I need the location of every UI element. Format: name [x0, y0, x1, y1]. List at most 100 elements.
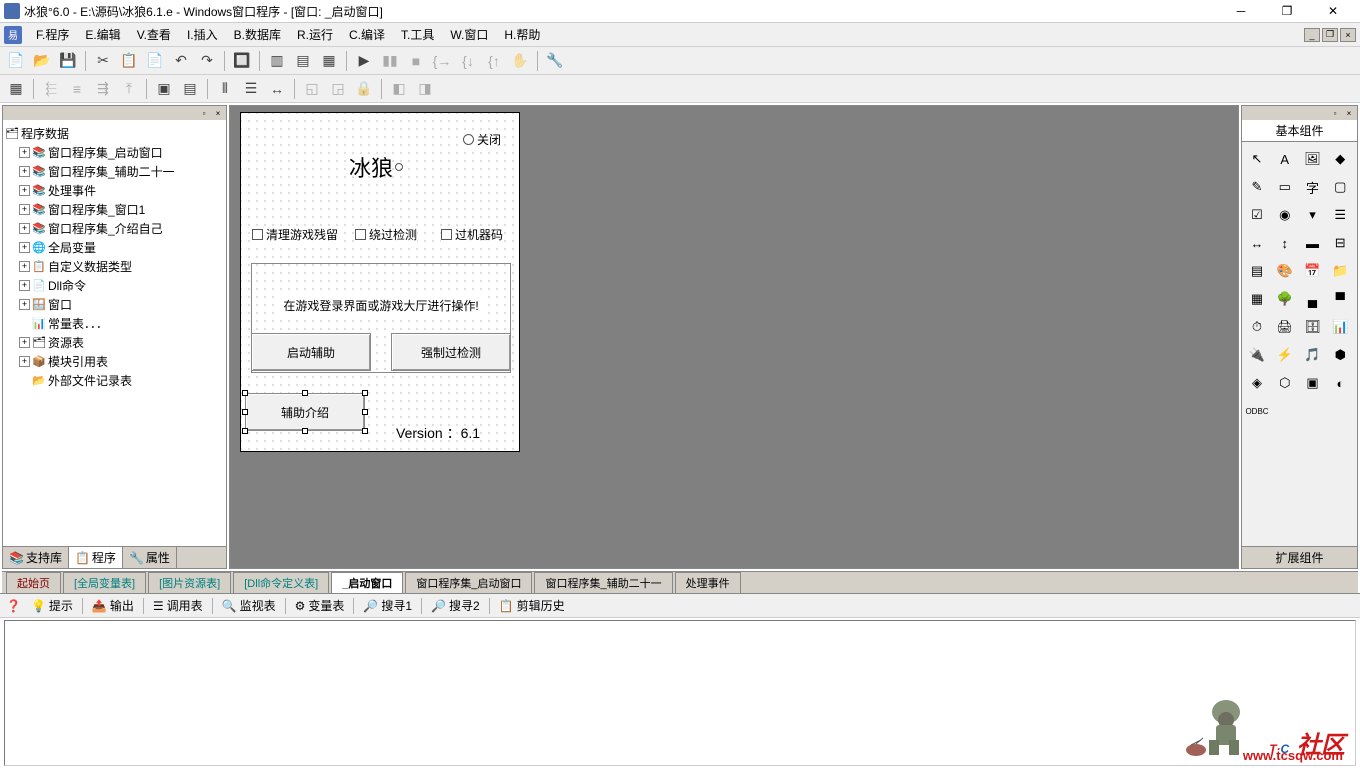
btab-vars[interactable]: ⚙变量表: [291, 595, 349, 616]
form-designer-area[interactable]: 关闭 冰狼 清理游戏残留 绕过检测 过机器码 在游戏登录界面或游戏大厅进行操作!: [229, 105, 1239, 569]
comp-image-icon[interactable]: 🎨: [1274, 260, 1296, 282]
cut-icon[interactable]: ✂: [91, 49, 115, 73]
comp-combo-icon[interactable]: ▾: [1302, 204, 1324, 226]
comp-print-icon[interactable]: 🖨: [1274, 316, 1296, 338]
comp-misc2-icon[interactable]: ◈: [1246, 372, 1268, 394]
expand-icon[interactable]: +: [19, 299, 30, 310]
paste-icon[interactable]: 📄: [143, 49, 167, 73]
grid-icon[interactable]: ▦: [4, 77, 28, 101]
comp-status-icon[interactable]: ▄: [1302, 288, 1324, 310]
comp-frame-icon[interactable]: ▢: [1329, 176, 1351, 198]
menu-database[interactable]: B.数据库: [226, 23, 289, 46]
tree-item[interactable]: +🌐全局变量: [5, 238, 224, 257]
comp-tree-icon[interactable]: 🌳: [1274, 288, 1296, 310]
tree-item[interactable]: 📊常量表．．．: [5, 314, 224, 333]
minimize-button[interactable]: ─: [1218, 1, 1264, 21]
align-center-icon[interactable]: ≡: [65, 77, 89, 101]
comp-odbc-icon[interactable]: ODBC: [1246, 400, 1268, 422]
btab-watch[interactable]: 🔍监视表: [218, 595, 280, 616]
stop-icon[interactable]: ■: [404, 49, 428, 73]
panel-float-button[interactable]: ▫: [198, 108, 210, 118]
tree-node-label[interactable]: 窗口程序集_介绍自己: [48, 220, 163, 237]
send-back-icon[interactable]: ◲: [326, 77, 350, 101]
btn-force-detect[interactable]: 强制过检测: [391, 333, 511, 371]
panel3-icon[interactable]: ▦: [317, 49, 341, 73]
open-file-icon[interactable]: 📂: [30, 49, 54, 73]
menu-run[interactable]: R.运行: [289, 23, 341, 46]
comp-sock-icon[interactable]: 🔌: [1246, 344, 1268, 366]
menu-edit[interactable]: E.编辑: [77, 23, 128, 46]
doc-tab[interactable]: _启动窗口: [331, 572, 403, 593]
pause-icon[interactable]: ▮▮: [378, 49, 402, 73]
doc-tab[interactable]: [全局变量表]: [63, 572, 146, 593]
radio-close[interactable]: 关闭: [463, 131, 501, 148]
expand-icon[interactable]: +: [19, 166, 30, 177]
btn-start-assist[interactable]: 启动辅助: [251, 333, 371, 371]
comp-text-icon[interactable]: 字: [1302, 176, 1324, 198]
comp-misc3-icon[interactable]: ⬡: [1274, 372, 1296, 394]
doc-tab[interactable]: 起始页: [6, 572, 61, 593]
expand-icon[interactable]: +: [19, 337, 30, 348]
tree-item[interactable]: 📂外部文件记录表: [5, 371, 224, 390]
build-icon[interactable]: 🔧: [543, 49, 567, 73]
tree-node-label[interactable]: 窗口: [48, 296, 72, 313]
check-cleanup[interactable]: 清理游戏残留: [252, 226, 338, 243]
copy-icon[interactable]: 📋: [117, 49, 141, 73]
align-left-icon[interactable]: ⬱: [39, 77, 63, 101]
undo-icon[interactable]: ↶: [169, 49, 193, 73]
tree-item[interactable]: +🗂资源表: [5, 333, 224, 352]
tab-order-icon[interactable]: ◧: [387, 77, 411, 101]
expand-icon[interactable]: +: [19, 280, 30, 291]
step-over-icon[interactable]: {→: [430, 49, 454, 73]
tree-item[interactable]: +📚窗口程序集_启动窗口: [5, 143, 224, 162]
step-out-icon[interactable]: {↑: [482, 49, 506, 73]
mdi-minimize-button[interactable]: _: [1304, 28, 1320, 42]
tree-node-label[interactable]: Dll命令: [48, 277, 86, 294]
form-canvas[interactable]: 关闭 冰狼 清理游戏残留 绕过检测 过机器码 在游戏登录界面或游戏大厅进行操作!: [240, 112, 520, 452]
comp-vscroll-icon[interactable]: ↕: [1274, 232, 1296, 254]
tab-basic-components[interactable]: 基本组件: [1242, 120, 1357, 141]
tree-item[interactable]: +📚窗口程序集_介绍自己: [5, 219, 224, 238]
doc-tab[interactable]: [图片资源表]: [148, 572, 231, 593]
tree-node-label[interactable]: 常量表．．．: [48, 315, 108, 332]
expand-icon[interactable]: +: [19, 223, 30, 234]
btab-output[interactable]: 📤输出: [88, 595, 138, 616]
comp-tab-icon[interactable]: ▤: [1246, 260, 1268, 282]
comp-pointer-icon[interactable]: ↖: [1246, 148, 1268, 170]
check-bypass[interactable]: 绕过检测: [355, 226, 417, 243]
comp-picture-icon[interactable]: 🖼: [1302, 148, 1324, 170]
center-h-icon[interactable]: ▣: [152, 77, 176, 101]
center-v-icon[interactable]: ▤: [178, 77, 202, 101]
selection-handles[interactable]: [245, 393, 365, 431]
check-machine[interactable]: 过机器码: [441, 226, 503, 243]
doc-tab[interactable]: 窗口程序集_辅助二十一: [534, 572, 672, 593]
step-into-icon[interactable]: {↓: [456, 49, 480, 73]
tree-node-label[interactable]: 模块引用表: [48, 353, 108, 370]
redo-icon[interactable]: ↷: [195, 49, 219, 73]
btab-hint[interactable]: 💡提示: [27, 595, 77, 616]
dist-h-icon[interactable]: ⫴: [213, 77, 237, 101]
comp-button-icon[interactable]: ▭: [1274, 176, 1296, 198]
menu-insert[interactable]: I.插入: [179, 23, 226, 46]
comp-label-icon[interactable]: A: [1274, 148, 1296, 170]
find-icon[interactable]: 🔲: [230, 49, 254, 73]
tree-item[interactable]: +📄Dll命令: [5, 276, 224, 295]
comp-edit-icon[interactable]: ✎: [1246, 176, 1268, 198]
mdi-close-button[interactable]: ×: [1340, 28, 1356, 42]
run-icon[interactable]: ▶: [352, 49, 376, 73]
test-icon[interactable]: ◨: [413, 77, 437, 101]
panel1-icon[interactable]: ▥: [265, 49, 289, 73]
comp-shape-icon[interactable]: ◆: [1329, 148, 1351, 170]
tab-properties[interactable]: 🔧属性: [123, 547, 177, 568]
comp-misc1-icon[interactable]: ⬢: [1329, 344, 1351, 366]
menu-help[interactable]: H.帮助: [496, 23, 548, 46]
menu-compile[interactable]: C.编译: [341, 23, 393, 46]
comp-media-icon[interactable]: 🎵: [1302, 344, 1324, 366]
comp-db-icon[interactable]: 🗄: [1302, 316, 1324, 338]
tab-program[interactable]: 📋程序: [69, 547, 123, 568]
mdi-restore-button[interactable]: ❐: [1322, 28, 1338, 42]
same-width-icon[interactable]: ↔: [265, 77, 289, 101]
comp-grid-icon[interactable]: ▦: [1246, 288, 1268, 310]
expand-icon[interactable]: +: [19, 204, 30, 215]
align-right-icon[interactable]: ⇶: [91, 77, 115, 101]
